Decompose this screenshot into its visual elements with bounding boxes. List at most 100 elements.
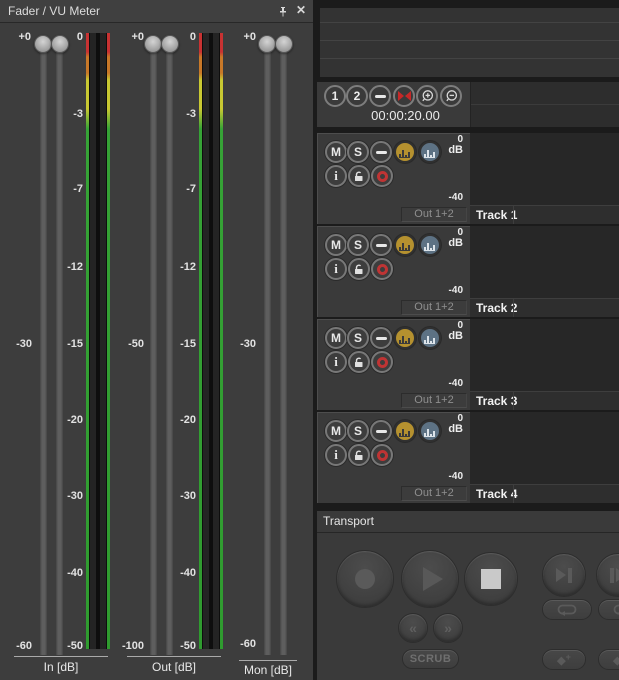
record-arm-button[interactable] <box>371 351 393 373</box>
meter-unit-label: dB <box>448 331 463 341</box>
scrub-button[interactable]: SCRUB <box>402 649 459 669</box>
monitor-meter-button[interactable] <box>419 327 441 349</box>
magnifier-plus-icon <box>420 89 435 104</box>
volume-automation-button[interactable] <box>394 327 416 349</box>
fader-group-mon: +0 -30 -60 Mon [dB] <box>0 0 313 680</box>
mon-fader-rail-right[interactable] <box>280 44 287 655</box>
record-arm-button[interactable] <box>371 258 393 280</box>
track-name[interactable]: Track 2 <box>476 299 517 317</box>
info-button[interactable]: i <box>325 258 347 280</box>
marker-delete-button[interactable]: ◆− <box>598 649 619 670</box>
monitor-meter-button[interactable] <box>419 234 441 256</box>
track-name[interactable]: Track 4 <box>476 485 517 503</box>
bar-chart-icon <box>424 426 436 437</box>
minus-button[interactable] <box>369 85 391 107</box>
time-display[interactable]: 00:00:20.00 <box>341 108 470 123</box>
play-button[interactable] <box>401 550 459 608</box>
marker-add-button[interactable]: ◆+ <box>542 649 586 670</box>
output-routing[interactable]: Out 1+2 <box>401 207 467 222</box>
mon-fader-knob-left[interactable] <box>258 35 276 53</box>
transport-title: Transport <box>323 514 374 528</box>
record-button[interactable] <box>336 550 394 608</box>
bar-chart-icon <box>399 147 411 158</box>
solo-button[interactable]: S <box>347 234 369 256</box>
track-header: M S 0 dB i -40 Out 1+2 <box>317 319 470 410</box>
mute-button[interactable]: M <box>325 234 347 256</box>
monitor-meter-button[interactable] <box>419 420 441 442</box>
solo-button[interactable]: S <box>347 141 369 163</box>
loop-button[interactable] <box>542 599 592 620</box>
record-arm-icon <box>377 264 388 275</box>
stop-button[interactable] <box>464 552 518 606</box>
minus-icon <box>376 244 387 247</box>
meter-unit-label: dB <box>448 145 463 155</box>
loop-range-button[interactable] <box>598 599 619 620</box>
mon-fader-rail-left[interactable] <box>264 44 271 655</box>
marker-2-button[interactable]: 2 <box>346 85 368 107</box>
minus-icon <box>376 151 387 154</box>
bar-chart-icon <box>424 240 436 251</box>
lock-button[interactable] <box>348 258 370 280</box>
monitor-meter-button[interactable] <box>419 141 441 163</box>
track-name[interactable]: Track 3 <box>476 392 517 410</box>
track-name-strip: Track 1 <box>470 205 619 224</box>
track-name-strip: Track 2 <box>470 298 619 317</box>
solo-button[interactable]: S <box>347 420 369 442</box>
track-name[interactable]: Track 1 <box>476 206 517 224</box>
volume-automation-button[interactable] <box>394 141 416 163</box>
mon-fader-knob-right[interactable] <box>275 35 293 53</box>
info-button[interactable]: i <box>325 351 347 373</box>
volume-automation-button[interactable] <box>394 234 416 256</box>
loop-icon <box>611 603 619 616</box>
solo-button[interactable]: S <box>347 327 369 349</box>
mute-button[interactable]: M <box>325 141 347 163</box>
play-from-start-button[interactable] <box>596 553 619 597</box>
zoom-out-button[interactable] <box>440 85 462 107</box>
skip-to-end-icon <box>556 568 572 583</box>
play-from-start-icon <box>610 568 619 583</box>
skip-to-end-button[interactable] <box>542 553 586 597</box>
mon-fader-mark-mid: -30 <box>230 338 256 350</box>
output-routing[interactable]: Out 1+2 <box>401 393 467 408</box>
record-arm-button[interactable] <box>371 444 393 466</box>
collapse-button[interactable] <box>370 420 392 442</box>
record-arm-icon <box>377 357 388 368</box>
collapse-button[interactable] <box>370 327 392 349</box>
meter-unit-label: dB <box>448 424 463 434</box>
meter-bottom-label: -40 <box>449 192 463 203</box>
info-button[interactable]: i <box>325 444 347 466</box>
arranger-toolbar: 1 2 00:00:20.00 <box>317 82 470 127</box>
track-meter-scale: 0 dB <box>448 228 463 248</box>
track-lane: Track 2 <box>470 226 619 317</box>
collapse-button[interactable] <box>370 141 392 163</box>
track-name-strip: Track 4 <box>470 484 619 503</box>
output-routing[interactable]: Out 1+2 <box>401 486 467 501</box>
bar-chart-icon <box>424 333 436 344</box>
rewind-icon: « <box>409 620 417 636</box>
arranger-row <box>320 59 619 76</box>
transport-panel: Transport <box>317 511 619 680</box>
output-routing[interactable]: Out 1+2 <box>401 300 467 315</box>
volume-automation-button[interactable] <box>394 420 416 442</box>
play-icon <box>423 567 443 591</box>
bar-chart-icon <box>399 426 411 437</box>
mute-button[interactable]: M <box>325 420 347 442</box>
zoom-in-button[interactable] <box>416 85 438 107</box>
lock-button[interactable] <box>348 444 370 466</box>
record-arm-button[interactable] <box>371 165 393 187</box>
mon-group-label: Mon [dB] <box>220 663 316 677</box>
lock-button[interactable] <box>348 351 370 373</box>
lock-button[interactable] <box>348 165 370 187</box>
record-arm-icon <box>377 450 388 461</box>
meter-bottom-label: -40 <box>449 378 463 389</box>
record-arm-icon <box>377 171 388 182</box>
info-button[interactable]: i <box>325 165 347 187</box>
rewind-button[interactable]: « <box>398 613 428 643</box>
collapse-button[interactable] <box>370 234 392 256</box>
track-lane: Track 1 <box>470 133 619 224</box>
mute-button[interactable]: M <box>325 327 347 349</box>
zoom-range-button[interactable] <box>393 85 415 107</box>
marker-1-button[interactable]: 1 <box>324 85 346 107</box>
bar-chart-icon <box>424 147 436 158</box>
forward-button[interactable]: » <box>433 613 463 643</box>
